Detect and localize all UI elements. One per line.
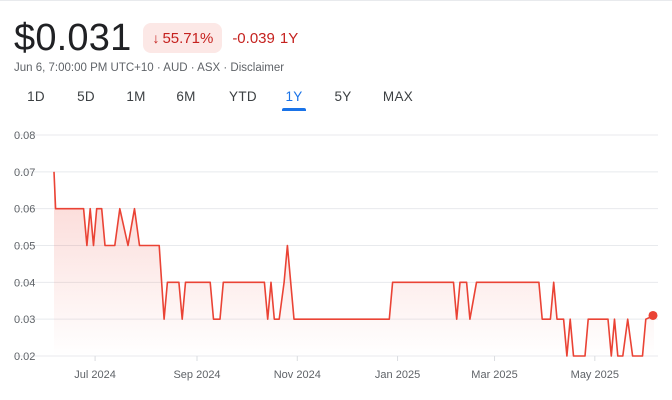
down-arrow-icon: ↓	[152, 30, 160, 46]
current-price: $0.031	[14, 17, 132, 59]
range-tab-ytd[interactable]: YTD	[219, 84, 267, 110]
x-tick-label: May 2025	[571, 369, 619, 381]
meta-separator: ·	[153, 62, 164, 74]
quote-meta: Jun 6, 7:00:00 PM UTC+10 · AUD · ASX · D…	[14, 62, 284, 74]
range-tab-1d[interactable]: 1D	[14, 84, 58, 110]
currency: AUD	[163, 62, 188, 74]
y-tick-label: 0.08	[14, 130, 35, 142]
range-tab-6m[interactable]: 6M	[164, 84, 208, 110]
percent-change-badge: ↓ 55.71%	[143, 23, 223, 53]
x-tick-label: Mar 2025	[471, 369, 517, 381]
y-tick-label: 0.03	[14, 314, 35, 326]
y-tick-label: 0.07	[14, 167, 35, 179]
y-tick-label: 0.02	[14, 351, 35, 363]
disclaimer-link[interactable]: Disclaimer	[230, 62, 284, 74]
last-price-marker	[648, 310, 658, 320]
x-tick-label: Jan 2025	[375, 369, 420, 381]
meta-separator: ·	[187, 62, 198, 74]
x-tick-label: Jul 2024	[74, 369, 116, 381]
change-period: 1Y	[279, 29, 299, 47]
price-header: $0.031 ↓ 55.71% -0.039 1Y	[14, 16, 298, 60]
y-tick-label: 0.05	[14, 241, 35, 253]
range-tab-1m[interactable]: 1M	[114, 84, 158, 110]
range-tab-5y[interactable]: 5Y	[321, 84, 365, 110]
x-tick-label: Sep 2024	[173, 369, 220, 381]
absolute-change: -0.039 1Y	[232, 30, 298, 47]
meta-separator: ·	[220, 62, 231, 74]
absolute-change-value: -0.039	[232, 29, 275, 47]
top-divider	[0, 0, 672, 1]
y-tick-label: 0.04	[14, 277, 35, 289]
range-tab-5d[interactable]: 5D	[64, 84, 108, 110]
range-tab-max[interactable]: MAX	[374, 84, 422, 110]
range-tab-1y[interactable]: 1Y	[272, 84, 316, 111]
quote-timestamp: Jun 6, 7:00:00 PM UTC+10	[14, 62, 154, 74]
percent-change: 55.71%	[162, 29, 214, 47]
x-tick-label: Nov 2024	[274, 369, 321, 381]
price-chart[interactable]: 0.08 0.07 0.06 0.05 0.04 0.03 0.02 Jul 2024 Sep …	[0, 120, 672, 400]
exchange: ASX	[197, 62, 221, 74]
y-tick-label: 0.06	[14, 204, 35, 216]
